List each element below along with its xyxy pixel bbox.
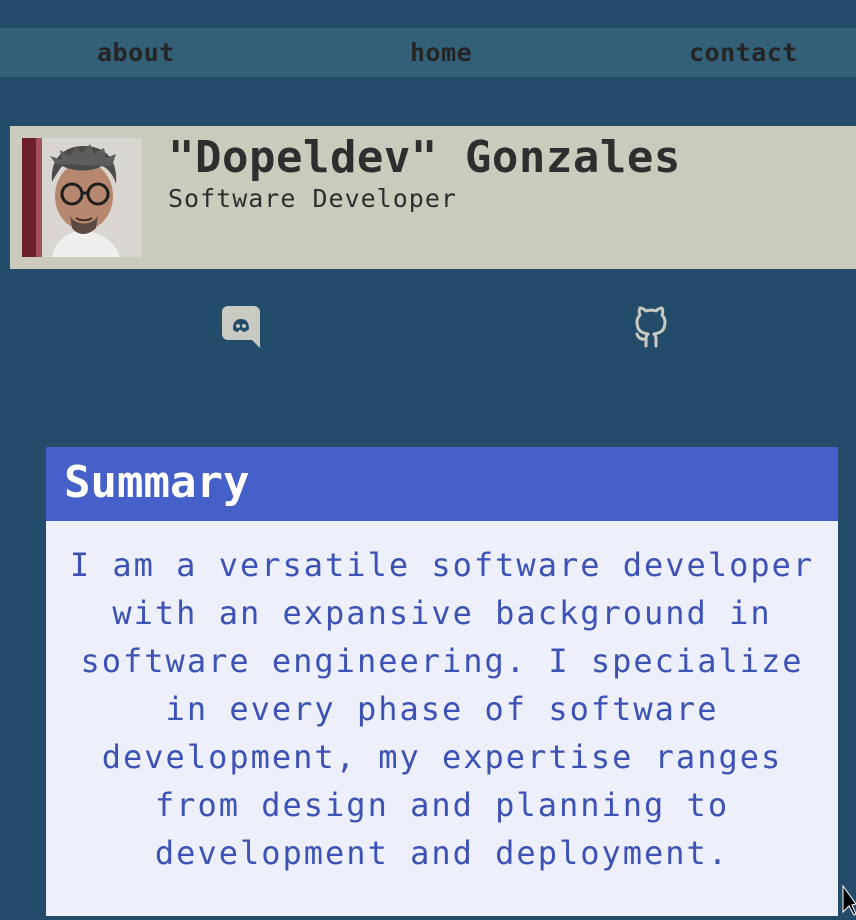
- summary-text: I am a versatile software developer with…: [69, 546, 815, 872]
- profile-card: "Dopeldev" Gonzales Software Developer: [10, 126, 856, 269]
- github-icon[interactable]: [632, 306, 670, 348]
- mouse-cursor-icon: [842, 882, 856, 916]
- nav-link-contact[interactable]: contact: [689, 28, 798, 77]
- summary-title: Summary: [64, 457, 250, 508]
- summary-header: Summary: [46, 447, 838, 521]
- nav-link-about[interactable]: about: [97, 28, 175, 77]
- top-navbar: about home contact: [0, 28, 856, 77]
- nav-link-home[interactable]: home: [410, 28, 472, 77]
- discord-icon[interactable]: [222, 306, 260, 348]
- avatar: [22, 138, 142, 257]
- profile-name: "Dopeldev" Gonzales: [168, 132, 681, 183]
- summary-card: Summary I am a versatile software develo…: [46, 447, 838, 916]
- profile-role: Software Developer: [168, 184, 457, 213]
